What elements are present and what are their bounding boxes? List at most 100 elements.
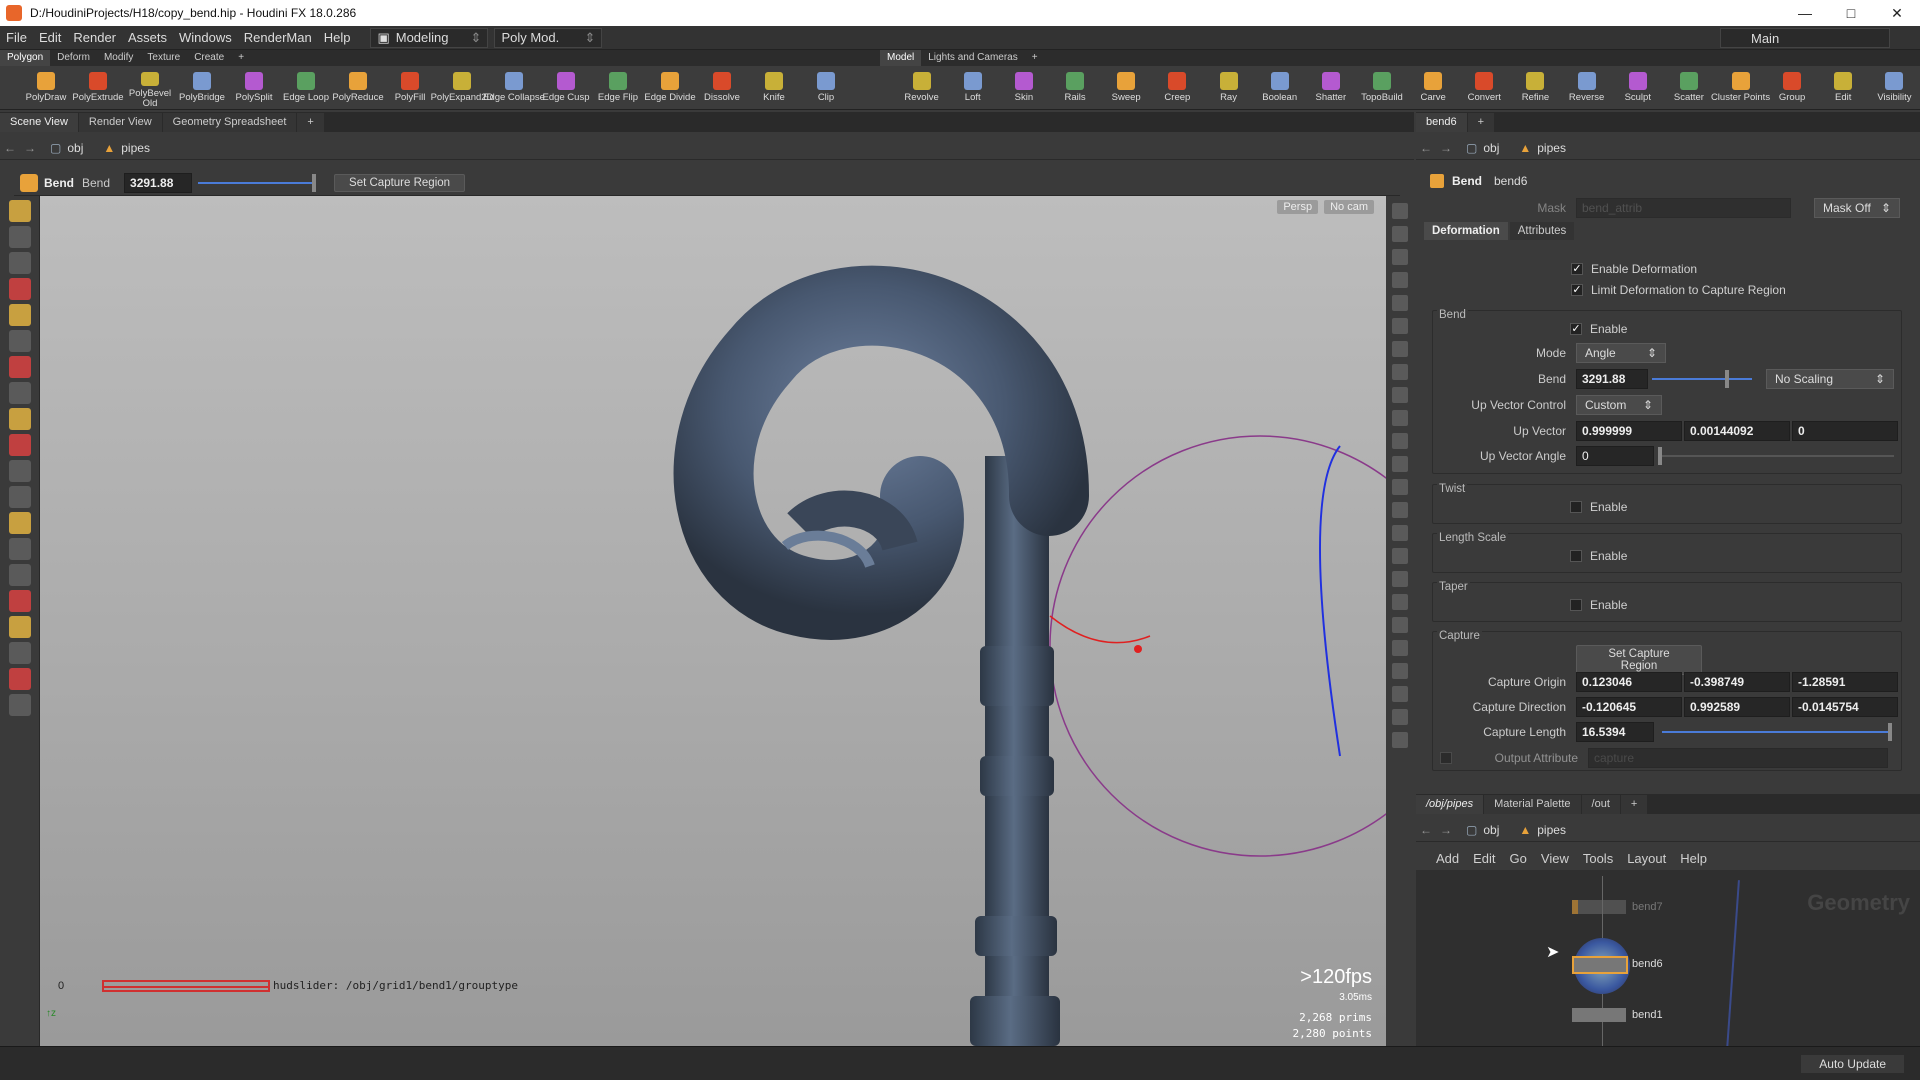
shelf-tool-ray[interactable]: Ray xyxy=(1203,66,1254,109)
viewport-tool-icon[interactable] xyxy=(9,304,31,326)
shelf-tool-topobuild[interactable]: TopoBuild xyxy=(1356,66,1407,109)
forward-arrow-icon[interactable]: → xyxy=(1436,823,1456,837)
viewport-tool-icon[interactable] xyxy=(9,408,31,430)
display-option-icon[interactable] xyxy=(1392,318,1408,334)
capture-length-field[interactable]: 16.5394 xyxy=(1576,722,1654,742)
bend-field[interactable]: 3291.88 xyxy=(1576,369,1648,389)
capture-length-slider[interactable] xyxy=(1662,723,1892,741)
tab-obj-pipes[interactable]: /obj/pipes xyxy=(1416,795,1484,814)
add-tab-icon[interactable]: + xyxy=(1620,795,1648,814)
shelf-tool-polybevel-old[interactable]: PolyBevel Old xyxy=(124,66,176,109)
mask-off-dropdown[interactable]: Mask Off ⇕ xyxy=(1814,198,1900,218)
shelf-tool-sweep[interactable]: Sweep xyxy=(1101,66,1152,109)
tab-bend6[interactable]: bend6 xyxy=(1416,113,1467,132)
tab-render-view[interactable]: Render View xyxy=(78,113,162,132)
twist-enable-checkbox[interactable] xyxy=(1570,501,1582,513)
viewport-tool-icon[interactable] xyxy=(9,200,31,222)
up-vector-control-dropdown[interactable]: Custom ⇕ xyxy=(1576,395,1662,415)
set-capture-region-param-button[interactable]: Set Capture Region xyxy=(1576,645,1702,675)
set-capture-region-button[interactable]: Set Capture Region xyxy=(334,173,466,192)
capture-direction-z[interactable]: -0.0145754 xyxy=(1792,697,1898,717)
path-pipes[interactable]: ▲ pipes xyxy=(1509,141,1576,155)
up-vector-angle-slider[interactable] xyxy=(1658,447,1894,465)
length-scale-enable-checkbox[interactable] xyxy=(1570,550,1582,562)
display-option-icon[interactable] xyxy=(1392,686,1408,702)
shelf-tool-polydraw[interactable]: PolyDraw xyxy=(20,66,72,109)
capture-origin-handle[interactable] xyxy=(1134,645,1142,653)
shelf-tool-polyreduce[interactable]: PolyReduce xyxy=(332,66,384,109)
add-tab-icon[interactable]: + xyxy=(297,113,324,132)
capture-length-slider-handle[interactable] xyxy=(1888,723,1892,741)
shelf-tool-edge-loop[interactable]: Edge Loop xyxy=(280,66,332,109)
menu-render[interactable]: Render xyxy=(67,30,122,45)
display-option-icon[interactable] xyxy=(1392,594,1408,610)
viewport-tool-icon[interactable] xyxy=(9,564,31,586)
menu-renderman[interactable]: RenderMan xyxy=(238,30,318,45)
bend-value-field[interactable]: 3291.88 xyxy=(124,172,193,193)
tab-geometry-spreadsheet[interactable]: Geometry Spreadsheet xyxy=(162,113,297,132)
desktop-dropdown[interactable]: Main xyxy=(1720,28,1890,48)
display-option-icon[interactable] xyxy=(1392,663,1408,679)
up-vector-x[interactable]: 0.999999 xyxy=(1576,421,1682,441)
3d-viewport[interactable]: Persp No cam 0 hudslider: /obj/grid1/ben… xyxy=(40,196,1386,1046)
display-option-icon[interactable] xyxy=(1392,249,1408,265)
back-arrow-icon[interactable]: ← xyxy=(0,141,20,155)
shelf-tool-polysplit[interactable]: PolySplit xyxy=(228,66,280,109)
display-option-icon[interactable] xyxy=(1392,479,1408,495)
forward-arrow-icon[interactable]: → xyxy=(1436,141,1456,155)
mask-field[interactable]: bend_attrib xyxy=(1576,198,1791,218)
bend-slider[interactable] xyxy=(1652,370,1752,388)
node-name[interactable]: bend6 xyxy=(1494,174,1527,188)
viewport-tool-icon[interactable] xyxy=(9,460,31,482)
maximize-button[interactable]: □ xyxy=(1828,0,1874,26)
menu-help[interactable]: Help xyxy=(318,30,357,45)
enable-deformation-checkbox[interactable]: ✓ xyxy=(1571,263,1583,275)
network-editor[interactable]: Geometry bend7 bend6 bend1 ➤ xyxy=(1416,870,1920,1046)
display-option-icon[interactable] xyxy=(1392,617,1408,633)
shelf-tool-polyexpand2d[interactable]: PolyExpand2D xyxy=(431,66,493,109)
shelf-tool-cluster-points[interactable]: Cluster Points xyxy=(1711,66,1770,109)
shelf-tool-boolean[interactable]: Boolean xyxy=(1254,66,1305,109)
shelf-tab-modify[interactable]: Modify xyxy=(97,50,140,66)
path-obj[interactable]: ▢ obj xyxy=(40,141,93,155)
hud-slider[interactable] xyxy=(102,980,270,992)
auto-update-dropdown[interactable]: Auto Update xyxy=(1801,1055,1904,1073)
output-attribute-field[interactable]: capture xyxy=(1588,748,1888,768)
shelf-tool-creep[interactable]: Creep xyxy=(1152,66,1203,109)
menu-windows[interactable]: Windows xyxy=(173,30,238,45)
shelf-tool-polyextrude[interactable]: PolyExtrude xyxy=(72,66,124,109)
display-option-icon[interactable] xyxy=(1392,295,1408,311)
minimize-button[interactable]: — xyxy=(1782,0,1828,26)
shelfset-dropdown[interactable]: Poly Mod. ⇕ xyxy=(494,27,603,48)
viewport-tool-icon[interactable] xyxy=(9,330,31,352)
path-pipes[interactable]: ▲ pipes xyxy=(93,141,160,155)
network-menu-go[interactable]: Go xyxy=(1510,851,1527,866)
display-option-icon[interactable] xyxy=(1392,433,1408,449)
shelf-tool-scatter[interactable]: Scatter xyxy=(1663,66,1714,109)
tab-material-palette[interactable]: Material Palette xyxy=(1484,795,1581,814)
display-option-icon[interactable] xyxy=(1392,203,1408,219)
display-option-icon[interactable] xyxy=(1392,456,1408,472)
shelf-tool-group[interactable]: Group xyxy=(1767,66,1818,109)
viewport-tool-icon[interactable] xyxy=(9,616,31,638)
taper-enable-checkbox[interactable] xyxy=(1570,599,1582,611)
shelf-tool-edge-cusp[interactable]: Edge Cusp xyxy=(540,66,592,109)
display-option-icon[interactable] xyxy=(1392,502,1408,518)
add-tab-icon[interactable]: + xyxy=(1467,113,1495,132)
shelf-tool-polybridge[interactable]: PolyBridge xyxy=(176,66,228,109)
viewport-tool-icon[interactable] xyxy=(9,642,31,664)
display-option-icon[interactable] xyxy=(1392,709,1408,725)
persp-dropdown[interactable]: Persp xyxy=(1277,200,1319,214)
display-option-icon[interactable] xyxy=(1392,341,1408,357)
shelf-tool-edge-flip[interactable]: Edge Flip xyxy=(592,66,644,109)
capture-origin-y[interactable]: -0.398749 xyxy=(1684,672,1790,692)
back-arrow-icon[interactable]: ← xyxy=(1416,141,1436,155)
tab-deformation[interactable]: Deformation xyxy=(1424,222,1508,240)
shelf-tool-refine[interactable]: Refine xyxy=(1510,66,1561,109)
shelf-tab-create[interactable]: Create xyxy=(187,50,231,66)
viewport-tool-icon[interactable] xyxy=(9,252,31,274)
shelf-tab-texture[interactable]: Texture xyxy=(140,50,187,66)
display-option-icon[interactable] xyxy=(1392,571,1408,587)
viewport-tool-icon[interactable] xyxy=(9,694,31,716)
back-arrow-icon[interactable]: ← xyxy=(1416,823,1436,837)
